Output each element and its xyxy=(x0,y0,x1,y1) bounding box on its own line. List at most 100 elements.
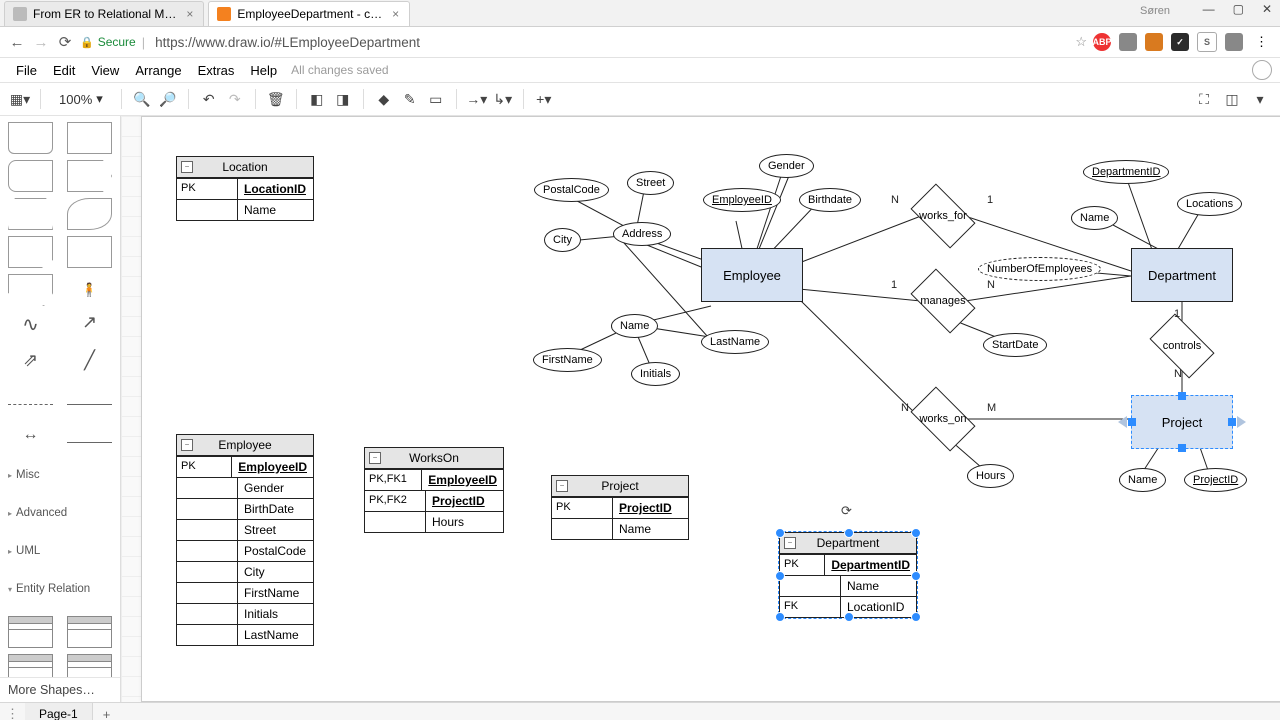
attr-locations[interactable]: Locations xyxy=(1177,192,1242,216)
menu-extras[interactable]: Extras xyxy=(190,63,243,78)
menu-view[interactable]: View xyxy=(83,63,127,78)
attr-employeeid[interactable]: EmployeeID xyxy=(703,188,781,212)
attr-name-emp[interactable]: Name xyxy=(611,314,658,338)
page-tab[interactable]: Page-1 xyxy=(25,703,93,720)
fold-icon[interactable]: − xyxy=(369,452,381,464)
shape-swatch[interactable]: 🧍 xyxy=(67,274,112,306)
relation-works-for[interactable]: works_for xyxy=(915,198,971,234)
close-window-icon[interactable]: ✕ xyxy=(1262,2,1272,16)
shape-swatch[interactable] xyxy=(8,198,53,230)
shape-swatch[interactable] xyxy=(67,404,112,405)
attr-street[interactable]: Street xyxy=(627,171,674,195)
browser-tab[interactable]: EmployeeDepartment - c… × xyxy=(208,1,410,26)
chrome-user-label[interactable]: Søren xyxy=(1140,5,1170,17)
attr-startdate[interactable]: StartDate xyxy=(983,333,1047,357)
abp-extension-icon[interactable]: ABP xyxy=(1093,33,1111,51)
fold-icon[interactable]: − xyxy=(556,480,568,492)
add-page-button[interactable]: + xyxy=(93,707,121,720)
undo-icon[interactable]: ↶ xyxy=(197,87,221,111)
shape-swatch[interactable] xyxy=(67,236,112,268)
shape-swatch[interactable] xyxy=(8,404,53,405)
shape-swatch[interactable] xyxy=(67,160,112,192)
extension-icon[interactable] xyxy=(1225,33,1243,51)
attr-hours[interactable]: Hours xyxy=(967,464,1014,488)
waypoints-icon[interactable]: ↳▾ xyxy=(491,87,515,111)
view-mode-icon[interactable]: ▦▾ xyxy=(8,87,32,111)
close-icon[interactable]: × xyxy=(392,7,399,21)
attr-birthdate[interactable]: Birthdate xyxy=(799,188,861,212)
shape-swatch[interactable]: ╱ xyxy=(67,350,112,382)
sidebar-section-advanced[interactable]: Advanced xyxy=(2,500,118,526)
entity-department[interactable]: Department xyxy=(1131,248,1233,302)
delete-icon[interactable]: 🗑 xyxy=(264,87,288,111)
fill-color-icon[interactable]: ◆ xyxy=(372,87,396,111)
attr-firstname[interactable]: FirstName xyxy=(533,348,602,372)
attr-city[interactable]: City xyxy=(544,228,581,252)
shape-swatch[interactable] xyxy=(8,616,53,648)
shape-swatch[interactable] xyxy=(67,616,112,648)
secure-indicator[interactable]: 🔒 Secure xyxy=(80,35,136,49)
format-panel-icon[interactable]: ◫ xyxy=(1220,87,1244,111)
maximize-icon[interactable]: ▢ xyxy=(1233,2,1244,16)
relation-controls[interactable]: controls xyxy=(1154,328,1210,364)
attr-postal[interactable]: PostalCode xyxy=(534,178,609,202)
fold-icon[interactable]: − xyxy=(181,161,193,173)
collapse-icon[interactable]: ▾ xyxy=(1248,87,1272,111)
shape-swatch[interactable]: ⇗ xyxy=(8,350,53,382)
shape-swatch[interactable] xyxy=(8,122,53,154)
attr-name-proj[interactable]: Name xyxy=(1119,468,1166,492)
fold-icon[interactable]: − xyxy=(784,537,796,549)
relation-manages[interactable]: manages xyxy=(915,283,971,319)
zoom-in-icon[interactable]: 🔍 xyxy=(130,87,154,111)
table-workson[interactable]: −WorksOn PK,FK1EmployeeID PK,FK2ProjectI… xyxy=(364,447,504,533)
table-employee[interactable]: −Employee PKEmployeeID Gender BirthDate … xyxy=(176,434,314,646)
shape-swatch[interactable] xyxy=(8,654,53,677)
browser-tab[interactable]: From ER to Relational M… × xyxy=(4,1,204,26)
attr-address[interactable]: Address xyxy=(613,222,671,246)
table-project[interactable]: −Project PKProjectID Name xyxy=(551,475,689,540)
attr-projectid[interactable]: ProjectID xyxy=(1184,468,1247,492)
url-field[interactable]: https://www.draw.io/#LEmployeeDepartment xyxy=(151,35,1069,50)
shape-swatch[interactable]: ↗ xyxy=(67,312,112,344)
to-front-icon[interactable]: ◧ xyxy=(305,87,329,111)
page-menu-icon[interactable]: ⋮ xyxy=(0,706,25,720)
insert-icon[interactable]: +▾ xyxy=(532,87,556,111)
attr-initials[interactable]: Initials xyxy=(631,362,680,386)
menu-edit[interactable]: Edit xyxy=(45,63,83,78)
menu-arrange[interactable]: Arrange xyxy=(127,63,189,78)
sidebar-section-uml[interactable]: UML xyxy=(2,538,118,564)
zoom-out-icon[interactable]: 🔎 xyxy=(156,87,180,111)
extension-icon[interactable]: ✓ xyxy=(1171,33,1189,51)
more-shapes-button[interactable]: More Shapes… xyxy=(0,677,120,702)
shape-swatch[interactable]: ↔ xyxy=(8,426,53,458)
minimize-icon[interactable]: — xyxy=(1203,2,1215,16)
extension-icon[interactable] xyxy=(1119,33,1137,51)
shape-swatch[interactable] xyxy=(8,236,53,268)
star-icon[interactable]: ☆ xyxy=(1075,34,1087,50)
forward-icon[interactable]: → xyxy=(32,33,50,51)
to-back-icon[interactable]: ◨ xyxy=(331,87,355,111)
shape-swatch[interactable] xyxy=(67,198,112,230)
attr-name-dept[interactable]: Name xyxy=(1071,206,1118,230)
back-icon[interactable]: ← xyxy=(8,33,26,51)
shape-swatch[interactable] xyxy=(8,160,53,192)
redo-icon[interactable]: ↷ xyxy=(223,87,247,111)
chrome-menu-icon[interactable]: ⋮ xyxy=(1251,34,1272,50)
rotate-icon[interactable]: ⟳ xyxy=(841,503,855,517)
canvas[interactable]: −Location PKLocationID Name −Employee PK… xyxy=(121,116,1280,702)
shape-swatch[interactable] xyxy=(67,654,112,677)
shadow-icon[interactable]: ▭ xyxy=(424,87,448,111)
sidebar-section-misc[interactable]: Misc xyxy=(2,462,118,488)
extension-icon[interactable]: S xyxy=(1197,32,1217,52)
menu-help[interactable]: Help xyxy=(242,63,285,78)
attr-departmentid[interactable]: DepartmentID xyxy=(1083,160,1169,184)
zoom-select[interactable]: 100% ▾ xyxy=(49,91,113,107)
extension-icon[interactable] xyxy=(1145,33,1163,51)
attr-gender[interactable]: Gender xyxy=(759,154,814,178)
table-department[interactable]: −Department PKDepartmentID Name FKLocati… xyxy=(779,532,917,618)
attr-numemp[interactable]: NumberOfEmployees xyxy=(978,257,1101,281)
relation-works-on[interactable]: works_on xyxy=(915,401,971,437)
attr-lastname[interactable]: LastName xyxy=(701,330,769,354)
sidebar-section-entity-relation[interactable]: Entity Relation xyxy=(2,576,118,602)
fullscreen-icon[interactable]: ⛶ xyxy=(1192,87,1216,111)
